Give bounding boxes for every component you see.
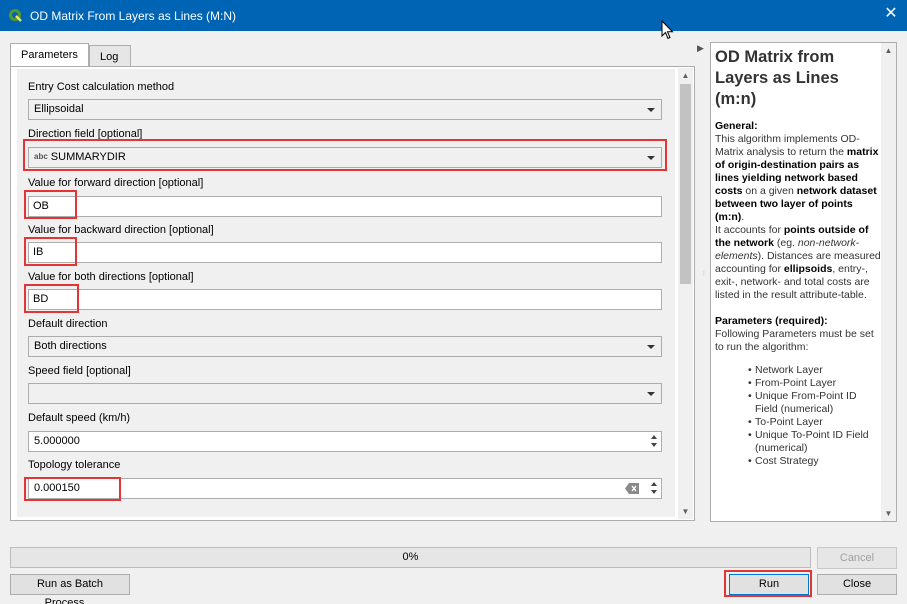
list-item: Unique From-Point ID Field (numerical) [715,390,881,416]
help-panel: OD Matrix from Layers as Lines (m:n) Gen… [710,42,897,522]
direction-field-combo[interactable]: abc SUMMARYDIR [28,147,662,168]
parameters-panel: Entry Cost calculation method Ellipsoida… [10,66,695,521]
default-speed-spinbox[interactable]: 5.000000 [28,431,662,452]
tab-log[interactable]: Log [89,45,131,67]
speed-field-combo[interactable] [28,383,662,404]
scroll-up-icon[interactable]: ▲ [678,68,693,83]
clear-icon[interactable] [625,483,639,494]
default-direction-combo[interactable]: Both directions [28,336,662,357]
string-field-icon: abc [34,152,48,161]
default-speed-value: 5.000000 [34,435,80,447]
direction-field-label: Direction field [optional] [28,128,143,140]
default-direction-label: Default direction [28,318,108,330]
window-title: OD Matrix From Layers as Lines (M:N) [30,9,237,23]
qgis-logo-icon [9,9,22,22]
both-directions-input[interactable]: BD [28,289,662,310]
topology-tolerance-label: Topology tolerance [28,459,121,471]
progress-text: 0% [402,551,419,563]
close-button[interactable]: Close [817,574,897,595]
list-item: From-Point Layer [715,377,881,390]
mouse-pointer-icon [661,20,674,40]
entry-cost-value: Ellipsoidal [34,103,84,115]
parameters-form: Entry Cost calculation method Ellipsoida… [17,69,675,517]
progress-bar: 0% [10,547,811,568]
direction-field-value: SUMMARYDIR [50,151,126,163]
scroll-down-icon[interactable]: ▼ [881,506,896,521]
chevron-down-icon [647,156,655,160]
run-as-batch-button[interactable]: Run as Batch Process… [10,574,130,604]
help-param-list: Network Layer From-Point Layer Unique Fr… [715,364,881,468]
collapse-arrow-icon[interactable]: ▶ [697,43,704,54]
topology-tolerance-spinbox[interactable]: 0.000150 [28,478,662,499]
chevron-down-icon [647,345,655,349]
entry-cost-combo[interactable]: Ellipsoidal [28,99,662,120]
backward-direction-input[interactable]: IB [28,242,662,263]
tab-parameters[interactable]: Parameters [10,43,89,68]
list-item: Network Layer [715,364,881,377]
chevron-down-icon [647,108,655,112]
speed-field-label: Speed field [optional] [28,365,131,377]
splitter-handle[interactable]: ⋮ [701,271,707,292]
scroll-down-icon[interactable]: ▼ [678,504,693,519]
help-params-heading: Parameters (required): [715,315,828,327]
list-item: Unique To-Point ID Field (numerical) [715,429,881,455]
spin-buttons [649,433,660,450]
help-scrollbar[interactable]: ▲ ▼ [881,43,896,521]
parameters-scrollbar[interactable]: ▲ ▼ [678,68,693,519]
help-content: OD Matrix from Layers as Lines (m:n) Gen… [715,47,881,468]
list-item: To-Point Layer [715,416,881,429]
spin-up-icon[interactable] [649,433,660,441]
forward-direction-input[interactable]: OB [28,196,662,217]
default-speed-label: Default speed (km/h) [28,412,131,424]
default-direction-value: Both directions [34,340,107,352]
title-bar: OD Matrix From Layers as Lines (M:N) ✕ [0,0,907,31]
run-button[interactable]: Run [729,574,809,595]
entry-cost-label: Entry Cost calculation method [28,81,175,93]
topology-tolerance-value: 0.000150 [34,482,80,494]
spin-down-icon[interactable] [649,441,660,449]
scroll-up-icon[interactable]: ▲ [881,43,896,58]
help-params-intro: Following Parameters must be set to run … [715,328,874,353]
help-title: OD Matrix from Layers as Lines (m:n) [715,48,839,108]
help-general-heading: General: [715,120,758,132]
both-directions-label: Value for both directions [optional] [28,271,194,283]
backward-direction-label: Value for backward direction [optional] [28,224,214,236]
list-item: Cost Strategy [715,455,881,468]
forward-direction-label: Value for forward direction [optional] [28,177,204,189]
spin-up-icon[interactable] [649,480,660,488]
spin-buttons [649,480,660,497]
scrollbar-thumb[interactable] [680,84,691,284]
spin-down-icon[interactable] [649,488,660,496]
close-window-icon[interactable]: ✕ [883,6,899,22]
chevron-down-icon [647,392,655,396]
cancel-button[interactable]: Cancel [817,547,897,569]
